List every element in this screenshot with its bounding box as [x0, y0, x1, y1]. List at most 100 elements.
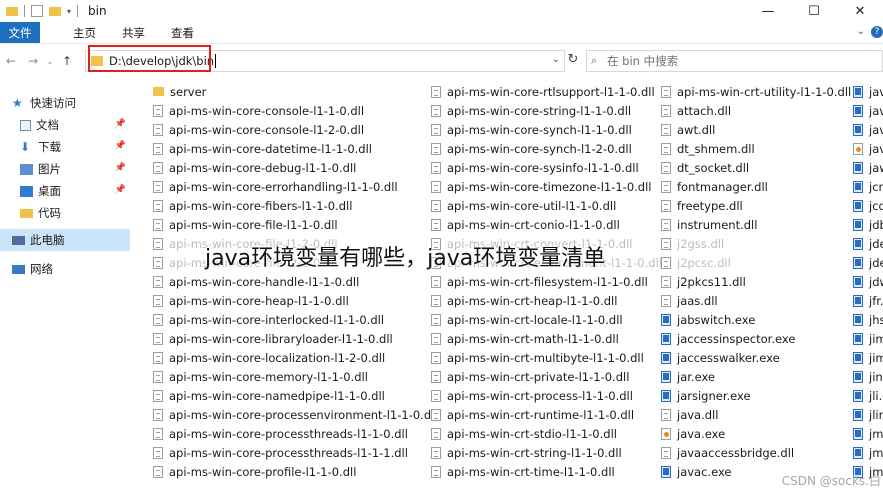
list-item[interactable]: api-ms-win-core-processthreads-l1-1-0.dl… [153, 424, 438, 443]
list-item[interactable]: jdb [853, 215, 883, 234]
list-item[interactable]: j2gss.dll [661, 234, 851, 253]
up-arrow-icon[interactable]: ↑ [56, 54, 78, 68]
list-item[interactable]: api-ms-win-crt-conio-l1-1-0.dll [431, 215, 662, 234]
list-item[interactable]: api-ms-win-core-timezone-l1-1-0.dll [431, 177, 662, 196]
list-item[interactable]: jarsigner.exe [661, 386, 851, 405]
list-item[interactable]: api-ms-win-core-profile-l1-1-0.dll [153, 462, 438, 481]
list-item[interactable]: api-ms-win-core-localization-l1-2-0.dll [153, 348, 438, 367]
list-item[interactable]: api-ms-win-crt-string-l1-1-0.dll [431, 443, 662, 462]
list-item[interactable]: awt.dll [661, 120, 851, 139]
address-path[interactable]: D:\develop\jdk\bin [109, 54, 214, 68]
list-item[interactable]: api-ms-win-core-util-l1-1-0.dll [431, 196, 662, 215]
list-item[interactable]: api-ms-win-core-console-l1-2-0.dll [153, 120, 438, 139]
list-item[interactable]: j2pcsc.dll [661, 253, 851, 272]
tab-share[interactable]: 共享 [109, 22, 158, 43]
list-item[interactable]: api-ms-win-core-namedpipe-l1-1-0.dll [153, 386, 438, 405]
list-item[interactable]: jim [853, 329, 883, 348]
list-item[interactable]: api-ms-win-core-file-l1-1-0.dll [153, 215, 438, 234]
list-item[interactable]: api-ms-win-crt-locale-l1-1-0.dll [431, 310, 662, 329]
list-item[interactable]: api-ms-win-core-interlocked-l1-1-0.dll [153, 310, 438, 329]
search-box[interactable]: ⌕ 在 bin 中搜索 [586, 50, 883, 72]
list-item[interactable]: jma [853, 424, 883, 443]
pin-icon[interactable]: 📌 [115, 163, 126, 173]
list-item[interactable]: api-ms-win-crt-math-l1-1-0.dll [431, 329, 662, 348]
pin-icon[interactable]: 📌 [115, 119, 126, 129]
list-item[interactable]: api-ms-win-core-file-l2-1-0.dll [153, 253, 438, 272]
forward-arrow-icon[interactable]: → [22, 54, 44, 68]
list-item[interactable]: api-ms-win-crt-multibyte-l1-1-0.dll [431, 348, 662, 367]
tab-file[interactable]: 文件 [0, 22, 40, 43]
list-item[interactable]: api-ms-win-crt-utility-l1-1-0.dll [661, 82, 851, 101]
properties-icon[interactable] [31, 5, 43, 17]
list-item[interactable]: jaw [853, 158, 883, 177]
list-item[interactable]: api-ms-win-crt-process-l1-1-0.dll [431, 386, 662, 405]
list-item[interactable]: jlin [853, 405, 883, 424]
list-item[interactable]: jaccessinspector.exe [661, 329, 851, 348]
tab-home[interactable]: 主页 [60, 22, 109, 43]
sidebar-item-this-pc[interactable]: 此电脑 [0, 229, 130, 251]
sidebar-item-desktop[interactable]: 桌面 📌 [0, 180, 130, 202]
list-item[interactable]: api-ms-win-core-file-l1-2-0.dll [153, 234, 438, 253]
list-item[interactable]: jdw [853, 272, 883, 291]
list-item[interactable]: jav [853, 101, 883, 120]
list-item[interactable]: api-ms-win-core-string-l1-1-0.dll [431, 101, 662, 120]
list-item[interactable]: jcm [853, 177, 883, 196]
customize-toolbar-icon[interactable]: ▾ [67, 7, 71, 16]
list-item[interactable]: attach.dll [661, 101, 851, 120]
list-item[interactable]: api-ms-win-core-processenvironment-l1-1-… [153, 405, 438, 424]
expand-ribbon-icon[interactable]: ⌄ [857, 26, 865, 37]
list-item[interactable]: jar.exe [661, 367, 851, 386]
sidebar-item-downloads[interactable]: ⬇ 下载 📌 [0, 136, 130, 158]
list-item[interactable]: java.dll [661, 405, 851, 424]
list-item[interactable]: api-ms-win-core-sysinfo-l1-1-0.dll [431, 158, 662, 177]
list-item[interactable]: java.exe [661, 424, 851, 443]
recent-locations-icon[interactable]: ⌄ [44, 57, 56, 66]
list-item[interactable]: api-ms-win-crt-private-l1-1-0.dll [431, 367, 662, 386]
list-item[interactable]: api-ms-win-crt-convert-l1-1-0.dll [431, 234, 662, 253]
search-placeholder[interactable]: 在 bin 中搜索 [607, 53, 678, 69]
folder-small-icon[interactable] [6, 6, 18, 16]
list-item[interactable]: jde [853, 234, 883, 253]
list-item[interactable]: jav [853, 82, 883, 101]
sidebar-item-network[interactable]: 网络 [0, 258, 130, 280]
pin-icon[interactable]: 📌 [115, 141, 126, 151]
list-item[interactable]: fontmanager.dll [661, 177, 851, 196]
sidebar-item-documents[interactable]: 文档 📌 [0, 114, 130, 136]
list-item[interactable]: jinf [853, 367, 883, 386]
list-item[interactable]: api-ms-win-core-processthreads-l1-1-1.dl… [153, 443, 438, 462]
list-item[interactable]: api-ms-win-core-libraryloader-l1-1-0.dll [153, 329, 438, 348]
list-item[interactable]: api-ms-win-core-datetime-l1-1-0.dll [153, 139, 438, 158]
list-item[interactable]: api-ms-win-crt-heap-l1-1-0.dll [431, 291, 662, 310]
sidebar-item-pictures[interactable]: 图片 📌 [0, 158, 130, 180]
list-item[interactable]: jav [853, 139, 883, 158]
address-bar[interactable]: D:\develop\jdk\bin ⌄ [85, 50, 565, 72]
list-item[interactable]: freetype.dll [661, 196, 851, 215]
tab-view[interactable]: 查看 [158, 22, 207, 43]
list-item[interactable]: api-ms-win-core-debug-l1-1-0.dll [153, 158, 438, 177]
maximize-button[interactable]: ☐ [791, 0, 837, 22]
list-item[interactable]: j2pkcs11.dll [661, 272, 851, 291]
list-item[interactable]: api-ms-win-core-synch-l1-1-0.dll [431, 120, 662, 139]
list-item[interactable]: api-ms-win-crt-stdio-l1-1-0.dll [431, 424, 662, 443]
list-item[interactable]: dt_shmem.dll [661, 139, 851, 158]
list-item[interactable]: api-ms-win-core-synch-l1-2-0.dll [431, 139, 662, 158]
list-item[interactable]: api-ms-win-core-fibers-l1-1-0.dll [153, 196, 438, 215]
list-item[interactable]: jaas.dll [661, 291, 851, 310]
refresh-icon[interactable]: ↻ [566, 52, 580, 70]
list-item[interactable]: api-ms-win-core-heap-l1-1-0.dll [153, 291, 438, 310]
minimize-button[interactable]: — [745, 0, 791, 22]
list-item[interactable]: api-ms-win-core-console-l1-1-0.dll [153, 101, 438, 120]
list-item[interactable]: jfr. [853, 291, 883, 310]
list-item[interactable]: api-ms-win-crt-environment-l1-1-0.dll [431, 253, 662, 272]
pin-icon[interactable]: 📌 [115, 185, 126, 195]
list-item[interactable]: jav [853, 120, 883, 139]
list-item[interactable]: api-ms-win-crt-filesystem-l1-1-0.dll [431, 272, 662, 291]
list-item[interactable]: jabswitch.exe [661, 310, 851, 329]
help-icon[interactable]: ? [871, 26, 883, 38]
close-button[interactable]: ✕ [837, 0, 883, 22]
list-item[interactable]: jaccesswalker.exe [661, 348, 851, 367]
list-item[interactable]: jco [853, 196, 883, 215]
list-item[interactable]: jhs [853, 310, 883, 329]
list-item[interactable]: javaaccessbridge.dll [661, 443, 851, 462]
address-dropdown-icon[interactable]: ⌄ [552, 54, 560, 65]
